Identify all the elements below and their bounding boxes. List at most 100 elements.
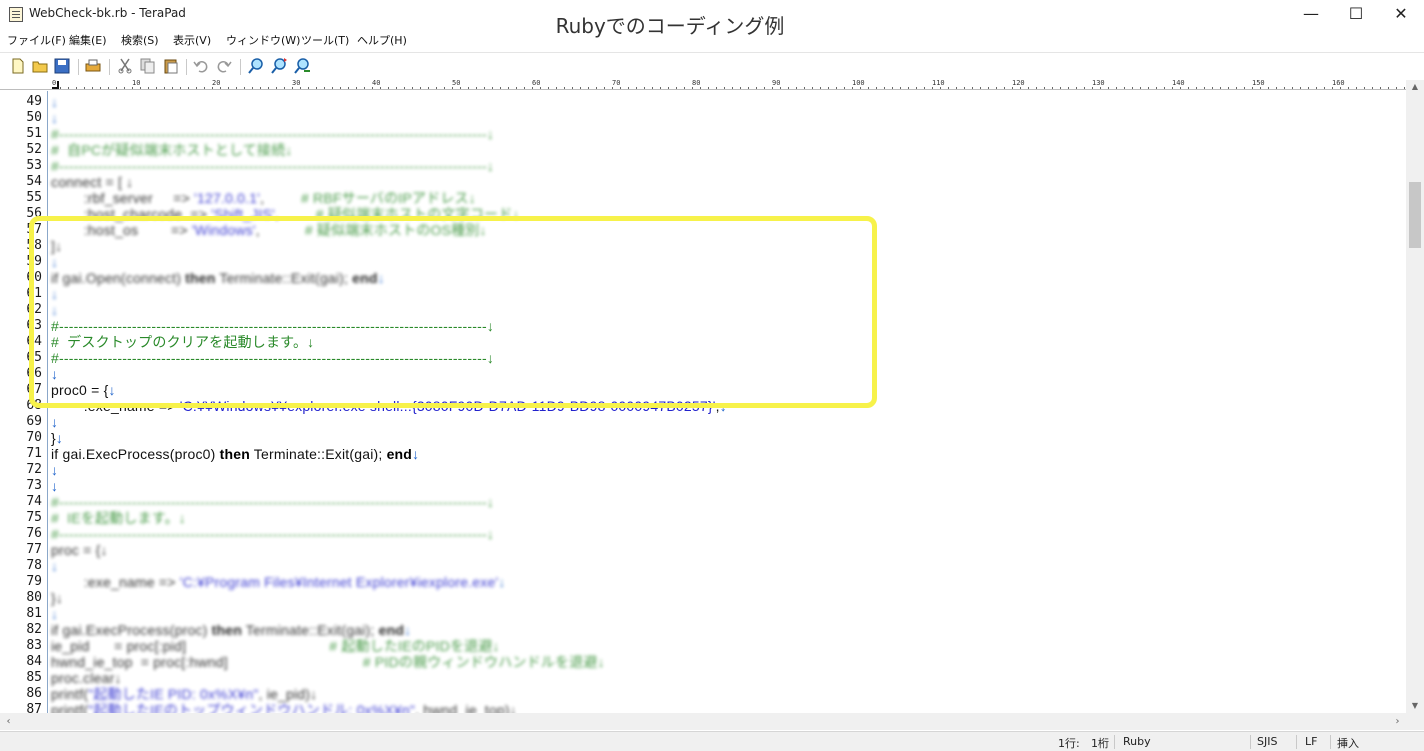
code-token-ret: ↓ xyxy=(55,430,64,446)
code-token-str: "起動したIE PID: 0x%X¥n" xyxy=(88,686,259,702)
ruler-label: 60 xyxy=(532,80,542,87)
code-text: }↓ xyxy=(51,430,63,446)
scroll-left-arrow-icon[interactable]: ‹ xyxy=(0,713,17,730)
line-number: 73 xyxy=(26,478,42,493)
code-token-plain: , ie_pid)↓ xyxy=(258,686,318,702)
code-token-ret: ↓ xyxy=(404,622,412,638)
menu-search[interactable]: 検索(S) xyxy=(121,32,159,48)
menu-bar: ファイル(F) 編集(E) 検索(S) 表示(V) ウィンドウ(W) ツール(T… xyxy=(0,30,1424,50)
toolbar-separator xyxy=(78,59,79,75)
code-text: # 自PCが疑似端末ホストとして接続↓ xyxy=(51,142,293,158)
status-separator xyxy=(1330,735,1331,749)
line-number: 80 xyxy=(26,590,42,605)
ruler-label: 90 xyxy=(772,80,782,87)
code-text: ie_pid = proc[:pid] # 起動したIEのPIDを退避↓ xyxy=(51,638,500,654)
code-token-ret: ↓ xyxy=(51,558,59,574)
scroll-down-arrow-icon[interactable]: ▼ xyxy=(1406,699,1424,713)
toolbar-separator xyxy=(186,59,187,75)
line-number: 52 xyxy=(26,142,42,157)
code-token-plain: Terminate::Exit(gai); xyxy=(241,622,379,638)
ruler-label: 140 xyxy=(1172,80,1186,87)
code-token-ret: ↓ xyxy=(51,478,59,494)
code-text: ↓ xyxy=(51,606,58,622)
find-icon[interactable] xyxy=(247,57,265,75)
open-folder-icon[interactable] xyxy=(31,57,49,75)
horizontal-scrollbar[interactable]: ‹ › xyxy=(0,713,1406,730)
paste-icon[interactable] xyxy=(162,57,180,75)
line-number: 74 xyxy=(26,494,42,509)
line-number: 77 xyxy=(26,542,42,557)
code-token-plain: printf( xyxy=(51,686,89,702)
ruler-label: 120 xyxy=(1012,80,1026,87)
code-token-str: 'C:¥Program Files¥Internet Explorer¥iexp… xyxy=(179,574,499,590)
code-token-comment: # RBFサーバのIPアドレス↓ xyxy=(300,190,476,206)
find-next-icon[interactable] xyxy=(270,57,288,75)
menu-view[interactable]: 表示(V) xyxy=(173,32,211,48)
status-separator xyxy=(1296,735,1297,749)
menu-edit[interactable]: 編集(E) xyxy=(69,32,107,48)
code-token-plain: :exe_name => xyxy=(51,574,180,590)
line-number: 71 xyxy=(26,446,42,461)
new-file-icon[interactable] xyxy=(9,57,27,75)
line-number: 79 xyxy=(26,574,42,589)
code-token-kw: end xyxy=(378,622,405,638)
code-token-ret: ↓ xyxy=(51,110,59,126)
menu-help[interactable]: ヘルプ(H) xyxy=(357,32,407,48)
find-prev-icon[interactable] xyxy=(293,57,311,75)
code-text: hwnd_ie_top = proc[:hwnd] # PIDの親ウィンドウハン… xyxy=(51,654,605,670)
code-text: ↓ xyxy=(51,462,58,478)
code-token-plain: proc.clear↓ xyxy=(51,670,122,686)
save-icon[interactable] xyxy=(53,57,71,75)
code-text: printf("起動したIE PID: 0x%X¥n", ie_pid)↓ xyxy=(51,686,317,702)
undo-icon[interactable] xyxy=(192,57,210,75)
code-token-plain: hwnd_ie_top = proc[:hwnd] xyxy=(51,654,363,670)
vertical-scroll-thumb[interactable] xyxy=(1409,182,1421,248)
scroll-up-arrow-icon[interactable]: ▲ xyxy=(1406,80,1424,94)
code-text: #---------------------------------------… xyxy=(51,158,494,174)
line-number: 49 xyxy=(26,94,42,109)
scroll-right-arrow-icon[interactable]: › xyxy=(1389,713,1406,730)
menu-window[interactable]: ウィンドウ(W) xyxy=(226,32,300,48)
code-text: if gai.ExecProcess(proc) then Terminate:… xyxy=(51,622,411,638)
column-ruler: 0 10 20 30 40 50 60 70 80 90 100 110 120 130 140 150 160 xyxy=(0,80,1406,90)
code-text: ↓ xyxy=(51,414,58,430)
status-separator xyxy=(1250,735,1251,749)
code-text: connect = [ ↓ xyxy=(51,174,133,190)
code-token-plain: if gai.ExecProcess(proc) xyxy=(51,622,212,638)
code-text: ↓ xyxy=(51,110,58,126)
code-text: :rbf_server => '127.0.0.1', # RBFサーバのIPア… xyxy=(51,190,476,206)
ruler-label: 150 xyxy=(1252,80,1266,87)
line-number: 82 xyxy=(26,622,42,637)
redo-icon[interactable] xyxy=(215,57,233,75)
code-text: proc.clear↓ xyxy=(51,670,122,686)
close-button[interactable]: ✕ xyxy=(1378,0,1424,30)
menu-tools[interactable]: ツール(T) xyxy=(301,32,349,48)
copy-icon[interactable] xyxy=(139,57,157,75)
line-number: 53 xyxy=(26,158,42,173)
code-text: #---------------------------------------… xyxy=(51,494,494,510)
code-token-ret: ↓ xyxy=(51,462,59,478)
print-icon[interactable] xyxy=(84,57,102,75)
line-number: 85 xyxy=(26,670,42,685)
line-number: 81 xyxy=(26,606,42,621)
code-text: proc = {↓ xyxy=(51,542,108,558)
code-token-comment: # IEを起動します。↓ xyxy=(51,510,186,526)
code-token-plain: , xyxy=(260,190,301,206)
ruler-label: 70 xyxy=(612,80,622,87)
code-token-kw: end xyxy=(386,446,413,462)
cut-icon[interactable] xyxy=(116,57,134,75)
status-bar: 1行: 1桁 Ruby SJIS LF 挿入 xyxy=(0,731,1424,751)
minimize-button[interactable]: — xyxy=(1288,0,1334,30)
toolbar xyxy=(0,52,1424,80)
menu-file[interactable]: ファイル(F) xyxy=(7,32,66,48)
ruler-label: 130 xyxy=(1092,80,1106,87)
code-text: # IEを起動します。↓ xyxy=(51,510,186,526)
code-token-comment: # PIDの親ウィンドウハンドルを退避↓ xyxy=(362,654,605,670)
maximize-button[interactable]: ☐ xyxy=(1333,0,1379,30)
line-number: 87 xyxy=(26,702,42,713)
line-number: 50 xyxy=(26,110,42,125)
code-token-plain: if gai.ExecProcess(proc0) xyxy=(51,446,220,462)
code-text: ↓ xyxy=(51,558,58,574)
line-number: 54 xyxy=(26,174,42,189)
vertical-scrollbar[interactable]: ▲ ▼ xyxy=(1406,80,1424,713)
